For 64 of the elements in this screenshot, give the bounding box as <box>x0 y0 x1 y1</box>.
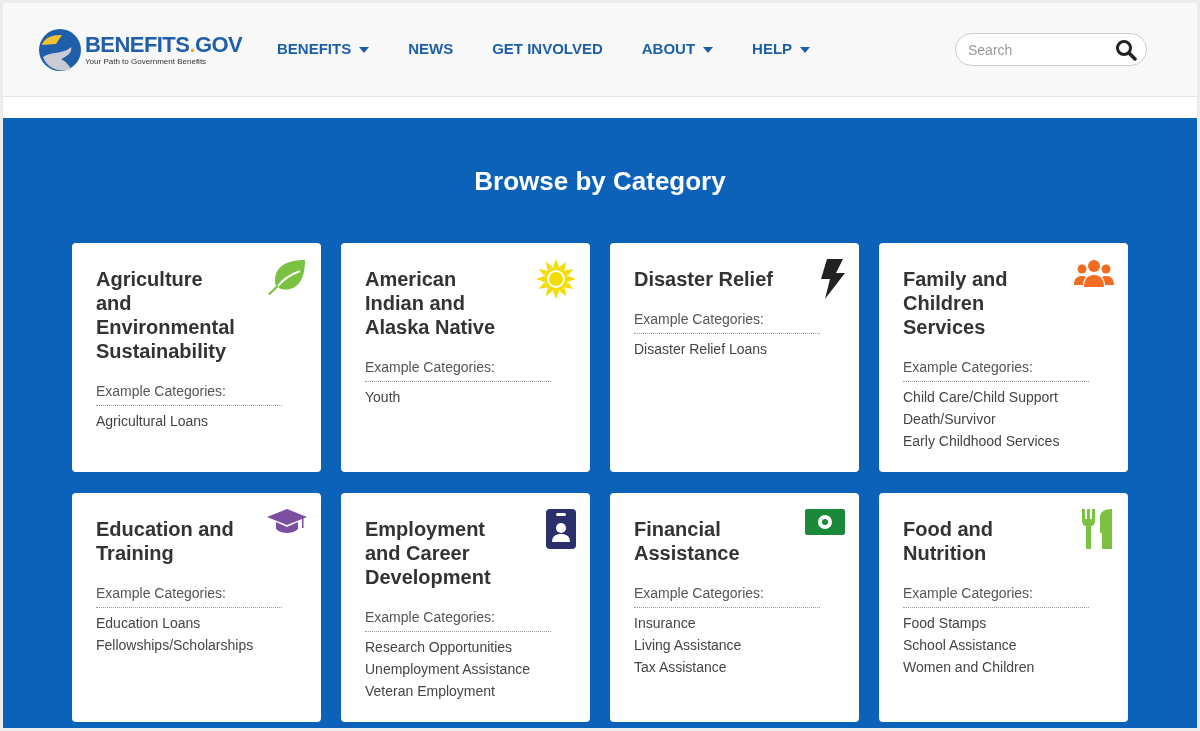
search-field[interactable]: Search <box>955 33 1147 66</box>
nav-link[interactable]: HELP <box>752 38 811 61</box>
category-card[interactable]: Education and Training Example Categories: Education Loans Fellowships/Scholarships <box>72 493 321 722</box>
category-link[interactable]: Early Childhood Services <box>903 430 1114 452</box>
card-title: Financial Assistance <box>634 517 741 565</box>
lightning-bolt-icon <box>819 259 845 299</box>
category-link[interactable]: Youth <box>365 386 576 408</box>
category-link[interactable]: Death/Survivor <box>903 408 1114 430</box>
card-title: Food and Nutrition <box>903 517 994 565</box>
category-card[interactable]: Food and Nutrition Example Categories: Food Stamps School Assistance Women and Children <box>879 493 1128 722</box>
leaf-icon <box>267 259 307 295</box>
card-title: American Indian and Alaska Native <box>365 267 497 339</box>
example-label: Example Categories: <box>634 309 820 334</box>
category-link[interactable]: School Assistance <box>903 634 1114 656</box>
category-link[interactable]: Fellowships/Scholarships <box>96 634 307 656</box>
example-label: Example Categories: <box>96 381 282 406</box>
sun-icon <box>536 259 576 299</box>
category-card[interactable]: American Indian and Alaska Native Example Categories: Youth <box>341 243 590 472</box>
people-group-icon <box>1074 259 1114 289</box>
example-label: Example Categories: <box>903 357 1089 382</box>
category-card[interactable]: Financial Assistance Example Categories: Insurance Living Assistance Tax Assistance <box>610 493 859 722</box>
category-link[interactable]: Food Stamps <box>903 612 1114 634</box>
card-title: Education and Training <box>96 517 235 565</box>
category-link[interactable]: Insurance <box>634 612 845 634</box>
section-heading: Browse by Category <box>473 165 727 198</box>
card-title: Employment and Career Development <box>365 517 492 589</box>
search-icon[interactable] <box>1115 39 1137 61</box>
category-link[interactable]: Research Opportunities <box>365 636 576 658</box>
category-link[interactable]: Living Assistance <box>634 634 845 656</box>
category-link[interactable]: Tax Assistance <box>634 656 845 678</box>
example-label: Example Categories: <box>365 357 551 382</box>
caret-icon <box>703 46 714 53</box>
nav-link[interactable]: GET INVOLVED <box>492 38 603 61</box>
category-link[interactable]: Women and Children <box>903 656 1114 678</box>
caret-icon <box>359 46 370 53</box>
nav-link[interactable]: BENEFITS <box>277 38 370 61</box>
category-link[interactable]: Child Care/Child Support <box>903 386 1114 408</box>
nav-link[interactable]: NEWS <box>408 38 454 61</box>
fork-knife-icon <box>1082 509 1114 549</box>
category-card[interactable]: Disaster Relief Example Categories: Disaster Relief Loans <box>610 243 859 472</box>
category-link[interactable]: Disaster Relief Loans <box>634 338 845 360</box>
example-label: Example Categories: <box>634 583 820 608</box>
example-label: Example Categories: <box>365 607 551 632</box>
card-title: Family and Children Services <box>903 267 1009 339</box>
category-link[interactable]: Veteran Employment <box>365 680 576 702</box>
example-label: Example Categories: <box>96 583 282 608</box>
site-logo[interactable]: BENEFITS.GOV Your Path to Government Benefits <box>39 28 273 71</box>
category-card[interactable]: Employment and Career Development Example Categories: Research Opportunities Unemployment Assistance Veteran Employment <box>341 493 590 722</box>
card-title: Disaster Relief <box>634 267 774 291</box>
money-bill-icon <box>805 509 845 535</box>
category-link[interactable]: Unemployment Assistance <box>365 658 576 680</box>
caret-icon <box>800 46 811 53</box>
category-link[interactable]: Agricultural Loans <box>96 410 307 432</box>
category-link[interactable]: Education Loans <box>96 612 307 634</box>
id-badge-icon <box>546 509 576 549</box>
logo-tagline: Your Path to Government Benefits <box>85 57 208 66</box>
category-card[interactable]: Agriculture and Environmental Sustainability Example Categories: Agricultural Loans <box>72 243 321 472</box>
card-title: Agriculture and Environmental Sustainability <box>96 267 236 363</box>
logo-emblem-icon <box>39 28 81 71</box>
nav-link[interactable]: ABOUT <box>641 38 714 61</box>
category-card[interactable]: Family and Children Services Example Categories: Child Care/Child Support Death/Survivor Early Childhood Services <box>879 243 1128 472</box>
graduation-cap-icon <box>267 509 307 535</box>
example-label: Example Categories: <box>903 583 1089 608</box>
logo-wordmark: BENEFITS.GOV <box>85 33 243 56</box>
